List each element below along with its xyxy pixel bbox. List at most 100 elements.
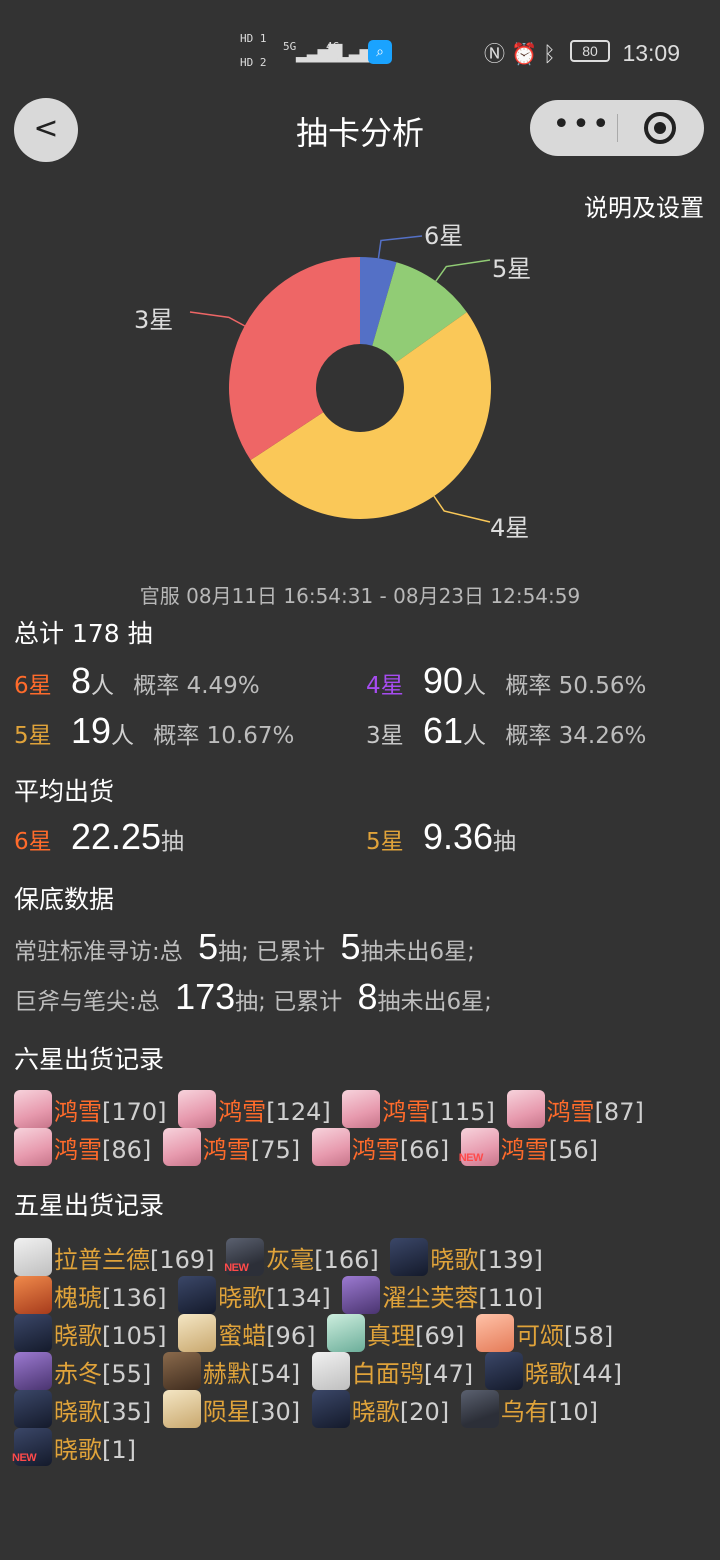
five-records-row: 槐琥[136] 晓歌[134] 濯尘芙蓉[110] — [14, 1276, 547, 1314]
prob-value: 4.49% — [186, 673, 260, 699]
operator-name: 鸿雪 — [382, 1098, 431, 1126]
pull-index: [44] — [572, 1360, 622, 1388]
prob-value: 10.67% — [206, 723, 295, 749]
star-label: 6星 — [14, 673, 52, 699]
star-distribution-chart: 6星 5星 4星 3星 — [134, 222, 531, 542]
pull-index: [66] — [399, 1136, 450, 1164]
pull-index: [124] — [266, 1098, 331, 1126]
record-item: NEW 灰毫[166] — [224, 1238, 379, 1276]
pull-index: [47] — [423, 1360, 474, 1388]
pie-label: 5星 — [492, 255, 531, 283]
pie-leader-line — [433, 495, 491, 523]
navbar: < 抽卡分析 ••• — [0, 98, 720, 162]
pull-index: [136] — [102, 1284, 167, 1312]
mini-program-capsule: ••• — [530, 100, 704, 156]
record-item: 蜜蜡[96] — [178, 1314, 315, 1352]
operator-avatar — [506, 1090, 545, 1128]
pity-mid: 抽; 已累计 — [235, 989, 343, 1015]
signal-5g-icon: ▂▃▅▇ — [296, 42, 342, 63]
operator-avatar — [327, 1314, 366, 1352]
capsule-divider — [617, 114, 618, 142]
operator-name: 赤冬 — [54, 1360, 102, 1388]
pity-acc: 8 — [357, 976, 378, 1017]
pull-index: [139] — [478, 1246, 543, 1274]
operator-name: 鸿雪 — [202, 1136, 251, 1164]
five-records-row: 晓歌[105] 蜜蜡[96] 真理[69] 可颂[58] — [14, 1314, 617, 1352]
pool-name: 常驻标准寻访:总 — [14, 939, 183, 965]
star-label: 3星 — [366, 723, 404, 749]
average-value: 9.36 — [422, 816, 494, 857]
pie-leader-line — [189, 311, 246, 327]
record-item: 晓歌[105] — [14, 1314, 167, 1352]
operator-avatar — [311, 1390, 350, 1428]
operator-avatar — [162, 1128, 201, 1166]
operator-name: 白面鸮 — [351, 1360, 424, 1388]
average-value: 22.25 — [70, 816, 162, 857]
pie-leader-line — [377, 235, 423, 259]
pull-index: [166] — [314, 1246, 379, 1274]
operator-name: 晓歌 — [218, 1284, 267, 1312]
record-item: 赫默[54] — [162, 1352, 300, 1390]
operator-name: 晓歌 — [54, 1322, 102, 1350]
5g-label: 5G — [283, 40, 297, 53]
pull-index: [56] — [548, 1136, 598, 1164]
operator-avatar — [14, 1128, 52, 1166]
average-title: 平均出货 — [14, 777, 115, 806]
record-item: NEW 晓歌[1] — [12, 1428, 136, 1466]
record-item: 濯尘芙蓉[110] — [342, 1276, 543, 1314]
operator-name: 赫默 — [202, 1360, 251, 1388]
close-target-button[interactable] — [644, 112, 676, 144]
new-badge: NEW — [458, 1152, 484, 1164]
record-item: 鸿雪[75] — [162, 1128, 300, 1166]
operator-name: 鸿雪 — [54, 1098, 102, 1126]
unit: 人 — [463, 673, 486, 699]
operator-avatar: NEW — [458, 1128, 499, 1166]
record-item: 晓歌[44] — [484, 1352, 622, 1390]
pull-index: [10] — [548, 1398, 598, 1426]
operator-avatar — [14, 1090, 52, 1128]
star-label: 5星 — [14, 723, 52, 749]
record-item: 鸿雪[124] — [178, 1090, 331, 1128]
pool-name: 巨斧与笔尖:总 — [14, 989, 160, 1015]
operator-avatar — [460, 1390, 499, 1428]
pull-index: [169] — [150, 1246, 215, 1274]
pity-line-limited: 巨斧与笔尖:总 173抽; 已累计 8抽未出6星; — [14, 976, 492, 1018]
pull-index: [35] — [102, 1398, 152, 1426]
operator-name: 濯尘芙蓉 — [382, 1284, 479, 1312]
record-item: 槐琥[136] — [14, 1276, 167, 1314]
operator-avatar — [162, 1352, 201, 1390]
pull-index: [134] — [266, 1284, 331, 1312]
pull-index: [55] — [102, 1360, 152, 1388]
record-item: 晓歌[35] — [14, 1390, 151, 1428]
pie-label: 3星 — [134, 306, 173, 334]
operator-avatar — [342, 1090, 381, 1128]
six-records-row: 鸿雪[86] 鸿雪[75] 鸿雪[66] NEW 鸿雪[56] — [14, 1128, 602, 1166]
new-badge: NEW — [12, 1452, 37, 1464]
new-badge: NEW — [224, 1262, 249, 1274]
operator-name: 乌有 — [500, 1398, 549, 1426]
record-item: 鸿雪[86] — [14, 1128, 151, 1166]
alarm-icon: ⏰ — [511, 42, 544, 66]
operator-avatar — [14, 1238, 52, 1276]
star-count: 8 — [70, 660, 91, 701]
more-button[interactable]: ••• — [550, 110, 614, 140]
operator-name: 拉普兰德 — [54, 1246, 150, 1274]
operator-name: 鸿雪 — [546, 1098, 595, 1126]
operator-name: 鸿雪 — [500, 1136, 549, 1164]
record-item: 鸿雪[66] — [311, 1128, 450, 1166]
pull-index: [58] — [564, 1322, 614, 1350]
pity-mid: 抽; 已累计 — [218, 939, 326, 965]
operator-avatar — [178, 1276, 217, 1314]
record-item: 鸿雪[87] — [506, 1090, 644, 1128]
pull-index: [30] — [250, 1398, 301, 1426]
star-label: 5星 — [366, 829, 404, 855]
operator-name: 槐琥 — [54, 1284, 102, 1312]
star-count: 19 — [70, 710, 111, 751]
operator-name: 晓歌 — [351, 1398, 400, 1426]
pie-leader-line — [435, 259, 491, 282]
star-label: 4星 — [366, 673, 404, 699]
record-item: 乌有[10] — [460, 1390, 598, 1428]
operator-name: 鸿雪 — [54, 1136, 102, 1164]
star-count: 61 — [422, 710, 463, 751]
unit: 人 — [463, 723, 486, 749]
